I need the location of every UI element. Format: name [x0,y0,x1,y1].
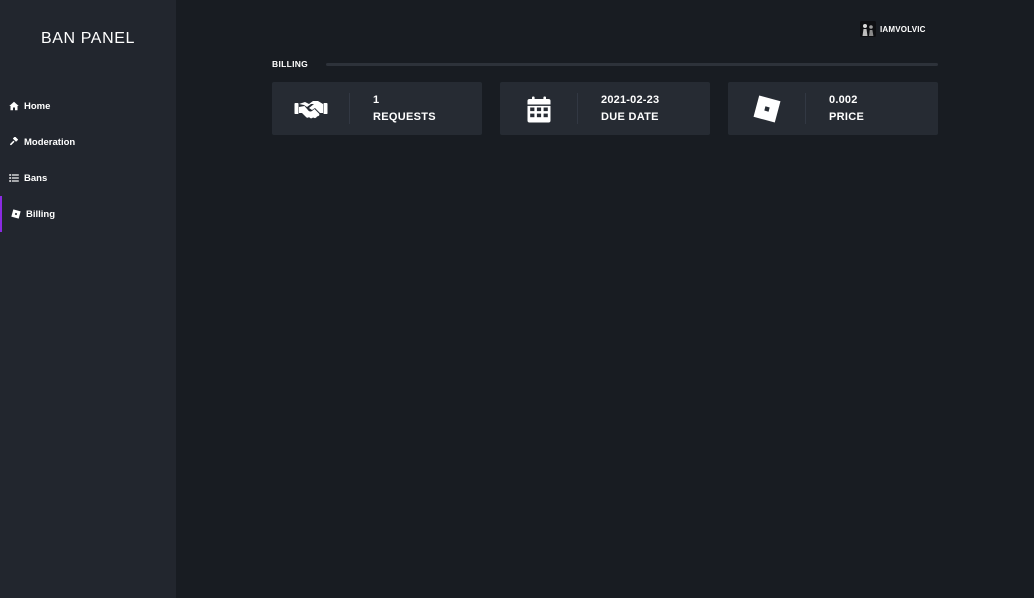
handshake-icon [294,94,328,124]
username: IAMVOLVIC [880,24,926,34]
list-icon [9,173,19,183]
main-content: IAMVOLVIC BILLING 1 REQUESTS 2021-02-23 … [176,0,1034,598]
sidebar-nav: Home Moderation Bans Billing [0,88,176,232]
user-menu[interactable]: IAMVOLVIC [860,21,926,37]
due-date-card: 2021-02-23 DUE DATE [500,82,710,135]
sidebar-item-label: Billing [26,208,56,220]
requests-label: REQUESTS [373,111,436,123]
roblox-icon [750,94,784,124]
calendar-icon [522,94,556,124]
price-label: PRICE [829,111,865,123]
sidebar-item-moderation[interactable]: Moderation [0,124,176,160]
requests-value: 1 [373,94,380,106]
card-divider [349,93,350,124]
home-icon [9,101,19,111]
sidebar-item-label: Moderation [24,136,76,148]
brand-title: BAN PANEL [40,30,136,47]
sidebar-item-bans[interactable]: Bans [0,160,176,196]
billing-cards: 1 REQUESTS 2021-02-23 DUE DATE 0.002 PRI… [272,82,938,135]
section-divider [326,62,938,66]
avatar-icon [860,21,876,37]
billing-section-header: BILLING [272,58,938,70]
sidebar-item-billing[interactable]: Billing [0,196,176,232]
price-value: 0.002 [829,94,858,106]
sidebar: BAN PANEL Home Moderation Bans Billing [0,0,176,598]
app-root: BAN PANEL Home Moderation Bans Billing I… [0,0,1034,598]
section-title: BILLING [272,59,309,69]
gavel-icon [9,137,19,147]
roblox-icon [11,209,21,219]
requests-card: 1 REQUESTS [272,82,482,135]
card-divider [577,93,578,124]
due-date-value: 2021-02-23 [601,94,660,106]
sidebar-item-label: Bans [24,172,48,184]
sidebar-item-label: Home [24,100,51,112]
due-date-label: DUE DATE [601,111,659,123]
price-card: 0.002 PRICE [728,82,938,135]
card-divider [805,93,806,124]
sidebar-item-home[interactable]: Home [0,88,176,124]
